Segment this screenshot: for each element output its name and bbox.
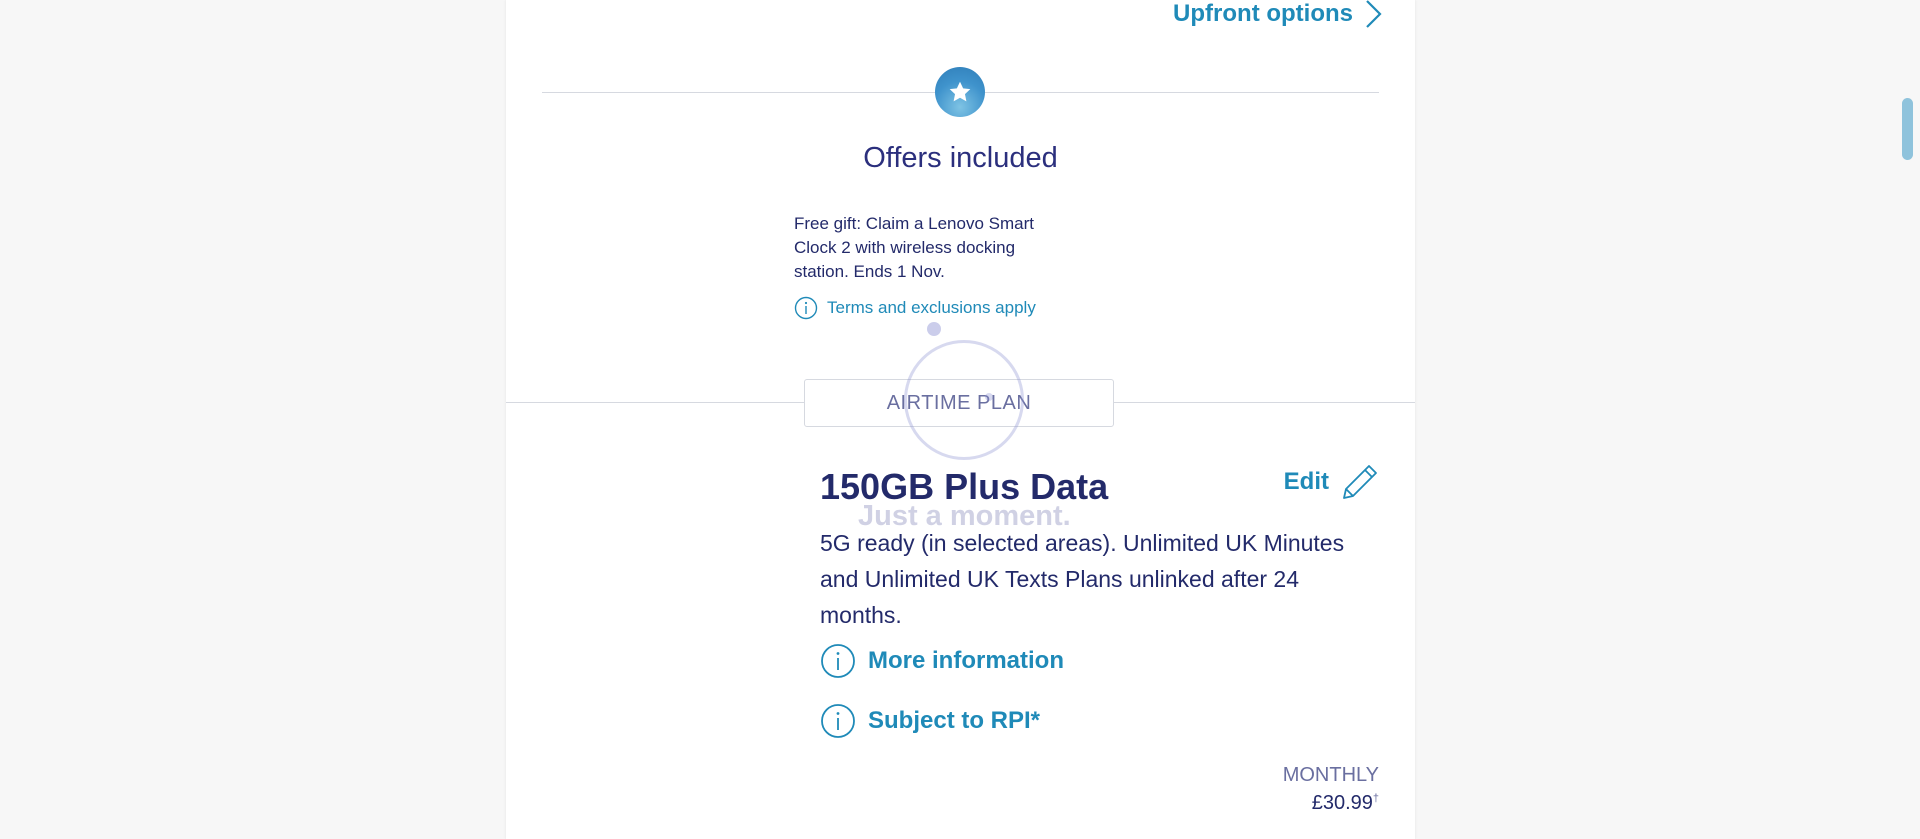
subject-to-rpi-link[interactable]: Subject to RPI* bbox=[820, 703, 1040, 739]
terms-link[interactable]: Terms and exclusions apply bbox=[794, 296, 1036, 320]
scrollbar-thumb[interactable] bbox=[1902, 98, 1913, 160]
scrollbar[interactable] bbox=[1900, 0, 1920, 839]
info-icon bbox=[794, 296, 818, 320]
chevron-right-icon bbox=[1366, 0, 1382, 28]
edit-label: Edit bbox=[1283, 468, 1329, 495]
plan-name: 150GB Plus Data bbox=[820, 466, 1109, 507]
plan-card: Upfront options Offers included Free gif… bbox=[506, 0, 1415, 839]
monthly-price-value: £30.99 bbox=[1311, 792, 1373, 814]
edit-plan-button[interactable]: Edit bbox=[1284, 463, 1379, 501]
info-icon bbox=[820, 703, 856, 739]
subject-to-rpi-label: Subject to RPI* bbox=[868, 707, 1041, 734]
offers-title: Offers included bbox=[863, 142, 1058, 174]
more-information-link[interactable]: More information bbox=[820, 643, 1064, 679]
upfront-options-link[interactable]: Upfront options bbox=[1173, 0, 1383, 28]
plan-description: 5G ready (in selected areas). Unlimited … bbox=[820, 530, 1345, 628]
offer-description: Free gift: Claim a Lenovo Smart Clock 2 … bbox=[794, 214, 1034, 281]
monthly-label: MONTHLY bbox=[1282, 764, 1379, 786]
star-icon bbox=[949, 81, 971, 102]
terms-label: Terms and exclusions apply bbox=[827, 298, 1036, 317]
star-badge bbox=[935, 67, 985, 117]
more-information-label: More information bbox=[868, 647, 1064, 674]
price-footnote-marker: † bbox=[1372, 792, 1379, 805]
upfront-options-label: Upfront options bbox=[1173, 0, 1353, 27]
info-icon bbox=[820, 643, 856, 679]
airtime-plan-label: AIRTIME PLAN bbox=[804, 379, 1114, 427]
pencil-icon bbox=[1343, 465, 1377, 499]
monthly-price: £30.99† bbox=[1312, 792, 1379, 815]
